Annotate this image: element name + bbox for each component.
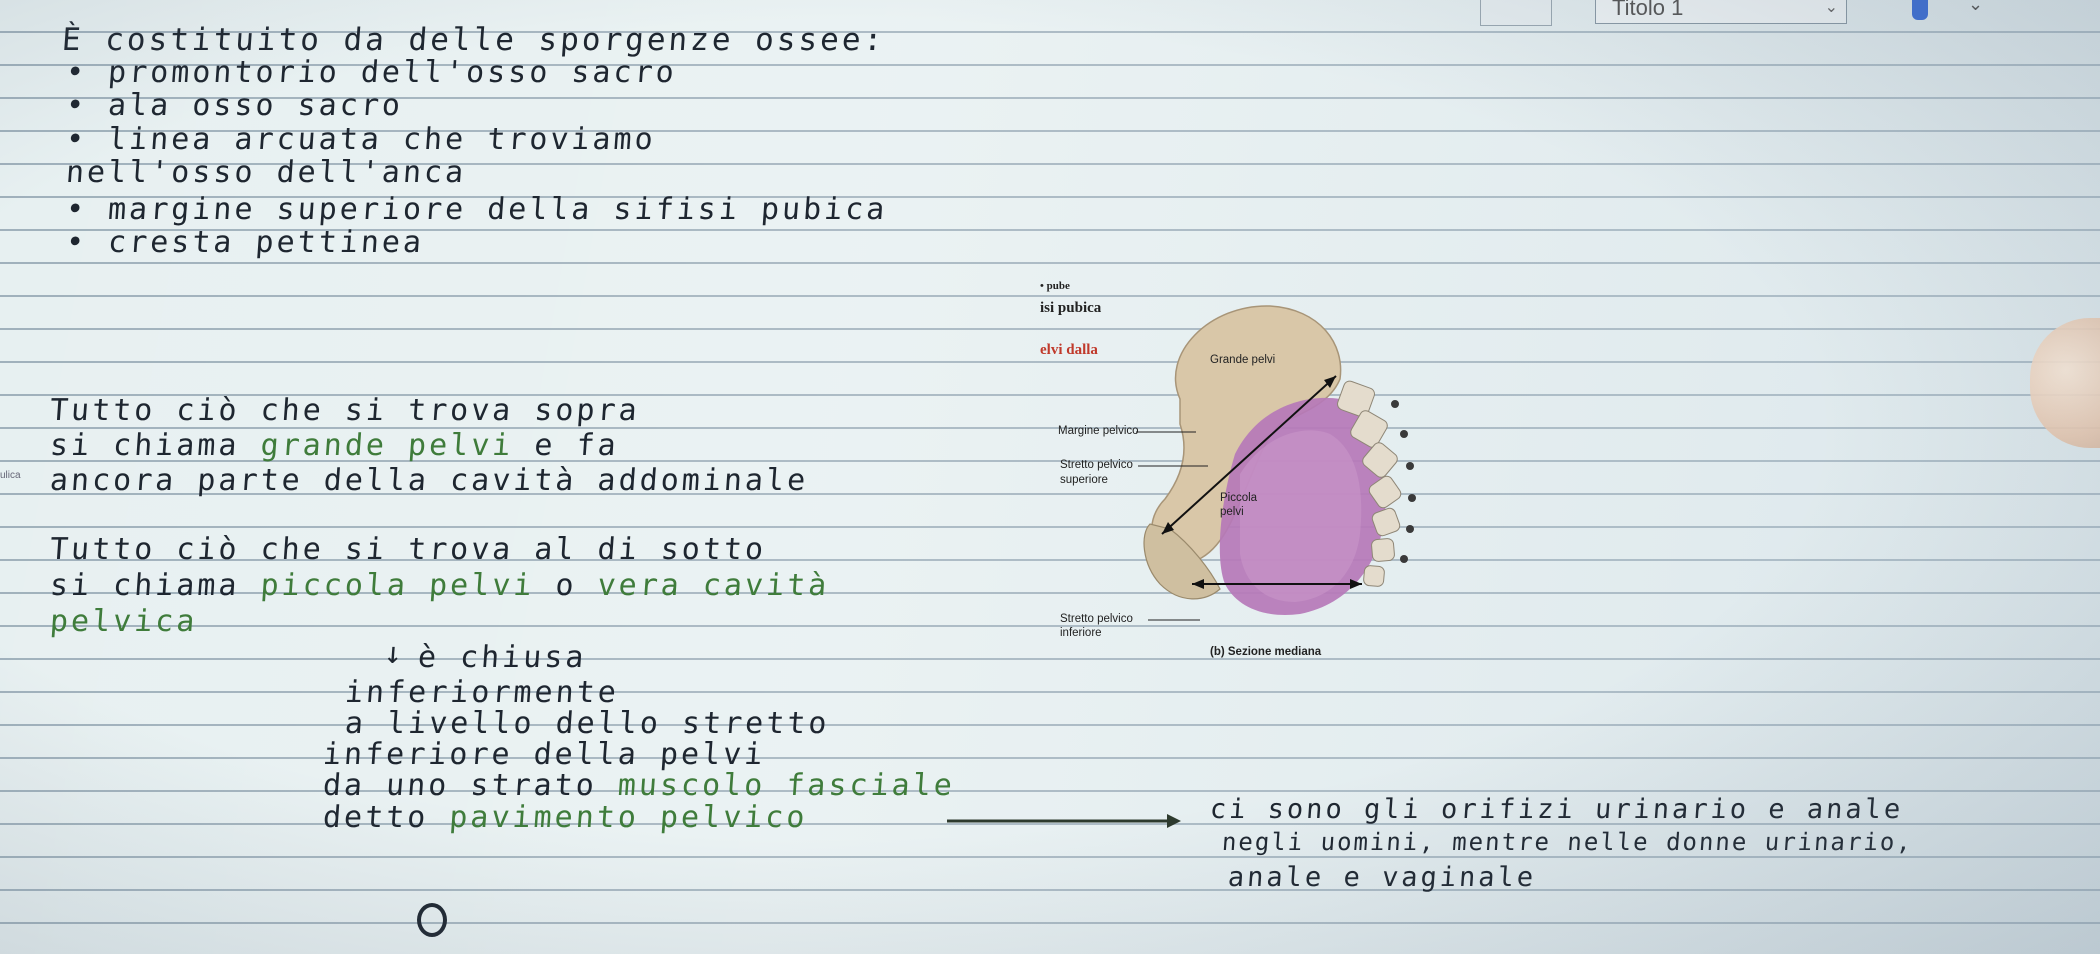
- note-line: ancora parte della cavità addominale: [48, 463, 810, 498]
- note-line: inferiormente: [343, 675, 621, 710]
- note-line: da uno strato muscolo fasciale: [322, 768, 956, 803]
- chevron-down-icon[interactable]: ⌄: [1968, 0, 1983, 15]
- note-highlight: muscolo fasciale: [616, 768, 957, 803]
- toolbar-button[interactable]: [1480, 0, 1552, 26]
- right-arrow-icon: [947, 814, 1181, 828]
- side-stub: ulica: [0, 470, 21, 481]
- note-line: • ala osso sacro: [64, 88, 405, 123]
- figure-label: Stretto pelvico: [1060, 613, 1133, 625]
- figure-label: pelvi: [1220, 506, 1244, 518]
- note-line: È costituito da delle sporgenze ossee:: [60, 22, 887, 58]
- note-line: Tutto ciò che si trova sopra: [48, 393, 641, 428]
- figure-label: Grande pelvi: [1210, 354, 1276, 366]
- style-select-value: Titolo 1: [1612, 0, 1684, 20]
- note-line: è chiusa: [416, 640, 588, 675]
- note-line: • linea arcuata che troviamo: [64, 122, 657, 157]
- note-line: nell'osso dell'anca: [64, 155, 468, 190]
- figure-label: Piccola: [1220, 492, 1258, 504]
- note-line: negli uomini, mentre nelle donne urinari…: [1221, 828, 1914, 856]
- note-line: pelvica: [48, 604, 199, 639]
- pelvis-figure: • pube isi pubica elvi dalla Grande pelv…: [1040, 280, 1430, 658]
- note-text: da uno strato: [321, 768, 620, 803]
- pen-dot-mark: [417, 903, 447, 937]
- note-line: si chiama grande pelvi e fa: [49, 428, 620, 463]
- down-arrow-icon: ↓: [382, 636, 407, 671]
- note-line: • promontorio dell'osso sacro: [64, 55, 679, 90]
- note-highlight: piccola pelvi: [259, 568, 536, 603]
- note-text: e fa: [512, 428, 620, 463]
- note-text: si chiama: [48, 568, 262, 603]
- chevron-down-icon: ⌄: [1824, 0, 1838, 16]
- figure-label: inferiore: [1060, 627, 1102, 639]
- pen-icon[interactable]: [1912, 0, 1928, 20]
- figure-label: Margine pelvico: [1058, 425, 1139, 437]
- note-text: o: [533, 568, 599, 603]
- note-line: detto pavimento pelvico: [322, 800, 809, 835]
- note-text: si chiama: [48, 428, 262, 463]
- figure-caption: (b) Sezione mediana: [1210, 646, 1322, 658]
- note-line: a livello dello stretto: [343, 706, 831, 741]
- note-highlight: vera cavità: [596, 568, 831, 603]
- note-line: ci sono gli orifizi urinario e anale: [1208, 794, 1905, 825]
- note-line: anale e vaginale: [1226, 862, 1538, 893]
- note-line: inferiore della pelvi: [321, 737, 767, 772]
- note-highlight: pavimento pelvico: [448, 800, 809, 835]
- note-highlight: grande pelvi: [259, 428, 515, 463]
- figure-label: superiore: [1060, 474, 1108, 486]
- figure-label: Stretto pelvico: [1060, 459, 1133, 471]
- note-line: • margine superiore della sifisi pubica: [64, 192, 889, 227]
- note-line: si chiama piccola pelvi o vera cavità: [49, 568, 831, 603]
- note-line: • cresta pettinea: [64, 225, 426, 260]
- note-text: detto: [321, 800, 451, 835]
- note-line: Tutto ciò che si trova al di sotto: [48, 532, 768, 567]
- style-select[interactable]: Titolo 1 ⌄: [1595, 0, 1847, 24]
